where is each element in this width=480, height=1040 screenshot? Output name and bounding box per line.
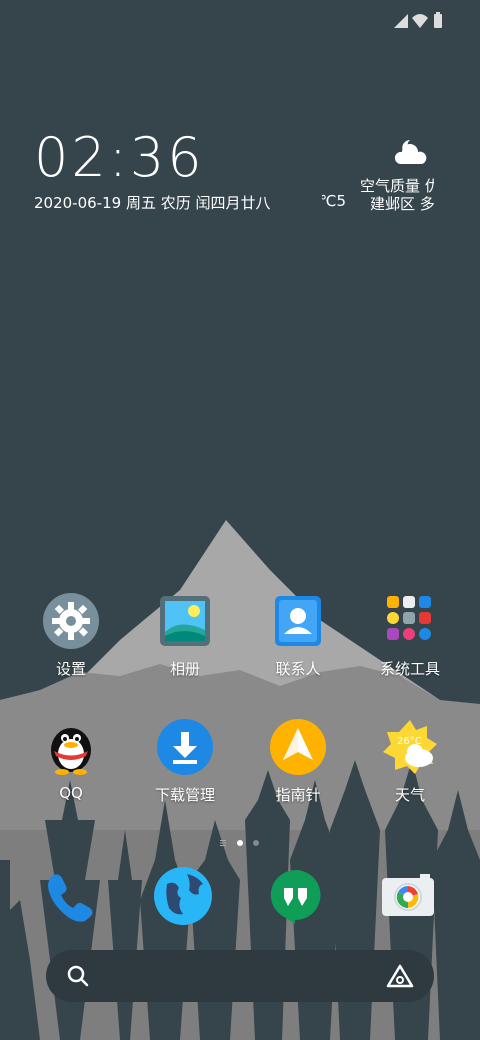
temperature-text[interactable]: 5℃: [322, 192, 346, 210]
search-icon[interactable]: [66, 964, 90, 988]
app-label: 下载管理: [154, 786, 215, 804]
settings-icon: [42, 592, 100, 650]
search-bar[interactable]: [46, 950, 434, 1002]
qq-icon: [42, 718, 100, 776]
dock-camera[interactable]: [378, 866, 438, 926]
camera-icon: [382, 874, 434, 916]
weather-icon: 26°C: [381, 718, 439, 776]
download-icon: [156, 718, 214, 776]
signal-icon: [394, 14, 408, 28]
app-contacts[interactable]: 联系人: [248, 592, 348, 679]
gallery-icon: [156, 592, 214, 650]
page-indicator[interactable]: [218, 838, 266, 848]
app-weather[interactable]: 26°C 天气: [360, 718, 460, 805]
app-compass[interactable]: 指南针: [248, 718, 348, 805]
battery-icon: [434, 12, 442, 28]
page-dot-active: [237, 840, 243, 846]
dock-browser[interactable]: [153, 866, 213, 926]
clock-time[interactable]: 02:36: [34, 128, 205, 188]
app-gallery[interactable]: 相册: [135, 592, 235, 679]
app-label: 系统工具: [379, 660, 440, 678]
status-bar: [394, 12, 442, 28]
phone-icon: [48, 874, 93, 922]
home-menu-icon: [220, 840, 226, 846]
page-dot: [253, 840, 259, 846]
app-label: 联系人: [275, 660, 321, 678]
weather-badge: 26°C: [397, 736, 422, 747]
compass-icon: [269, 718, 327, 776]
messages-icon: [270, 869, 321, 924]
app-settings[interactable]: 设置: [21, 592, 121, 679]
contacts-icon: [269, 592, 327, 650]
app-label: 设置: [55, 660, 86, 678]
wifi-icon: [412, 14, 428, 28]
app-downloads[interactable]: 下载管理: [135, 718, 235, 805]
dock-phone[interactable]: [40, 866, 100, 926]
app-label: 相册: [169, 660, 200, 678]
app-qq[interactable]: QQ: [21, 718, 121, 802]
dock-messages[interactable]: [266, 866, 326, 926]
app-label: 指南针: [275, 786, 321, 804]
partly-cloudy-night-icon[interactable]: [394, 138, 428, 168]
app-label: QQ: [59, 784, 83, 802]
app-folder-system-tools[interactable]: 系统工具: [360, 592, 460, 679]
assistant-icon[interactable]: [386, 964, 414, 988]
folder-icon: [381, 592, 439, 650]
app-label: 天气: [394, 786, 425, 804]
browser-icon: [154, 867, 212, 925]
location-text[interactable]: 建邺区 多云: [370, 193, 434, 214]
date-text[interactable]: 2020-06-19 周五 农历 闰四月廿八: [34, 192, 270, 213]
